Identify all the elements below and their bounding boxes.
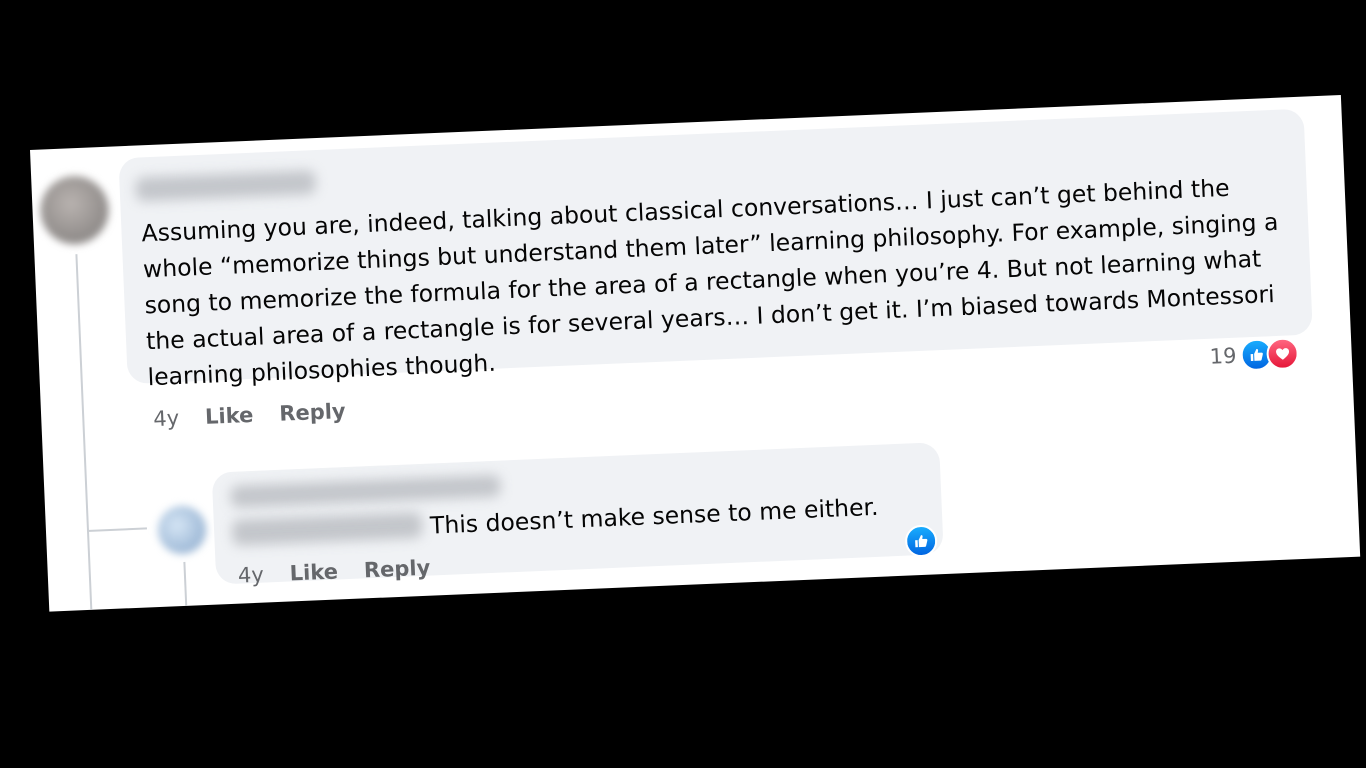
reply-thread-line bbox=[183, 561, 188, 612]
comment-reactions[interactable]: 19 bbox=[1209, 337, 1300, 373]
reply-button[interactable]: Reply bbox=[279, 399, 346, 426]
like-icon bbox=[904, 524, 938, 558]
commenter-avatar[interactable] bbox=[39, 174, 110, 246]
reaction-count: 19 bbox=[1209, 343, 1237, 369]
reply-reply-button[interactable]: Reply bbox=[363, 556, 430, 583]
love-icon bbox=[1265, 337, 1300, 371]
comment-actions: 4y Like Reply bbox=[153, 399, 346, 431]
like-button[interactable]: Like bbox=[205, 403, 254, 429]
comment-timestamp[interactable]: 4y bbox=[153, 406, 180, 431]
thread-connector bbox=[86, 527, 147, 532]
reply-timestamp[interactable]: 4y bbox=[238, 563, 265, 588]
thread-line bbox=[75, 254, 93, 612]
replier-avatar[interactable] bbox=[157, 504, 208, 555]
reply-reactions[interactable] bbox=[904, 524, 938, 558]
reply-like-button[interactable]: Like bbox=[289, 559, 338, 585]
comment-thread-card: Assuming you are, indeed, talking about … bbox=[30, 95, 1361, 612]
